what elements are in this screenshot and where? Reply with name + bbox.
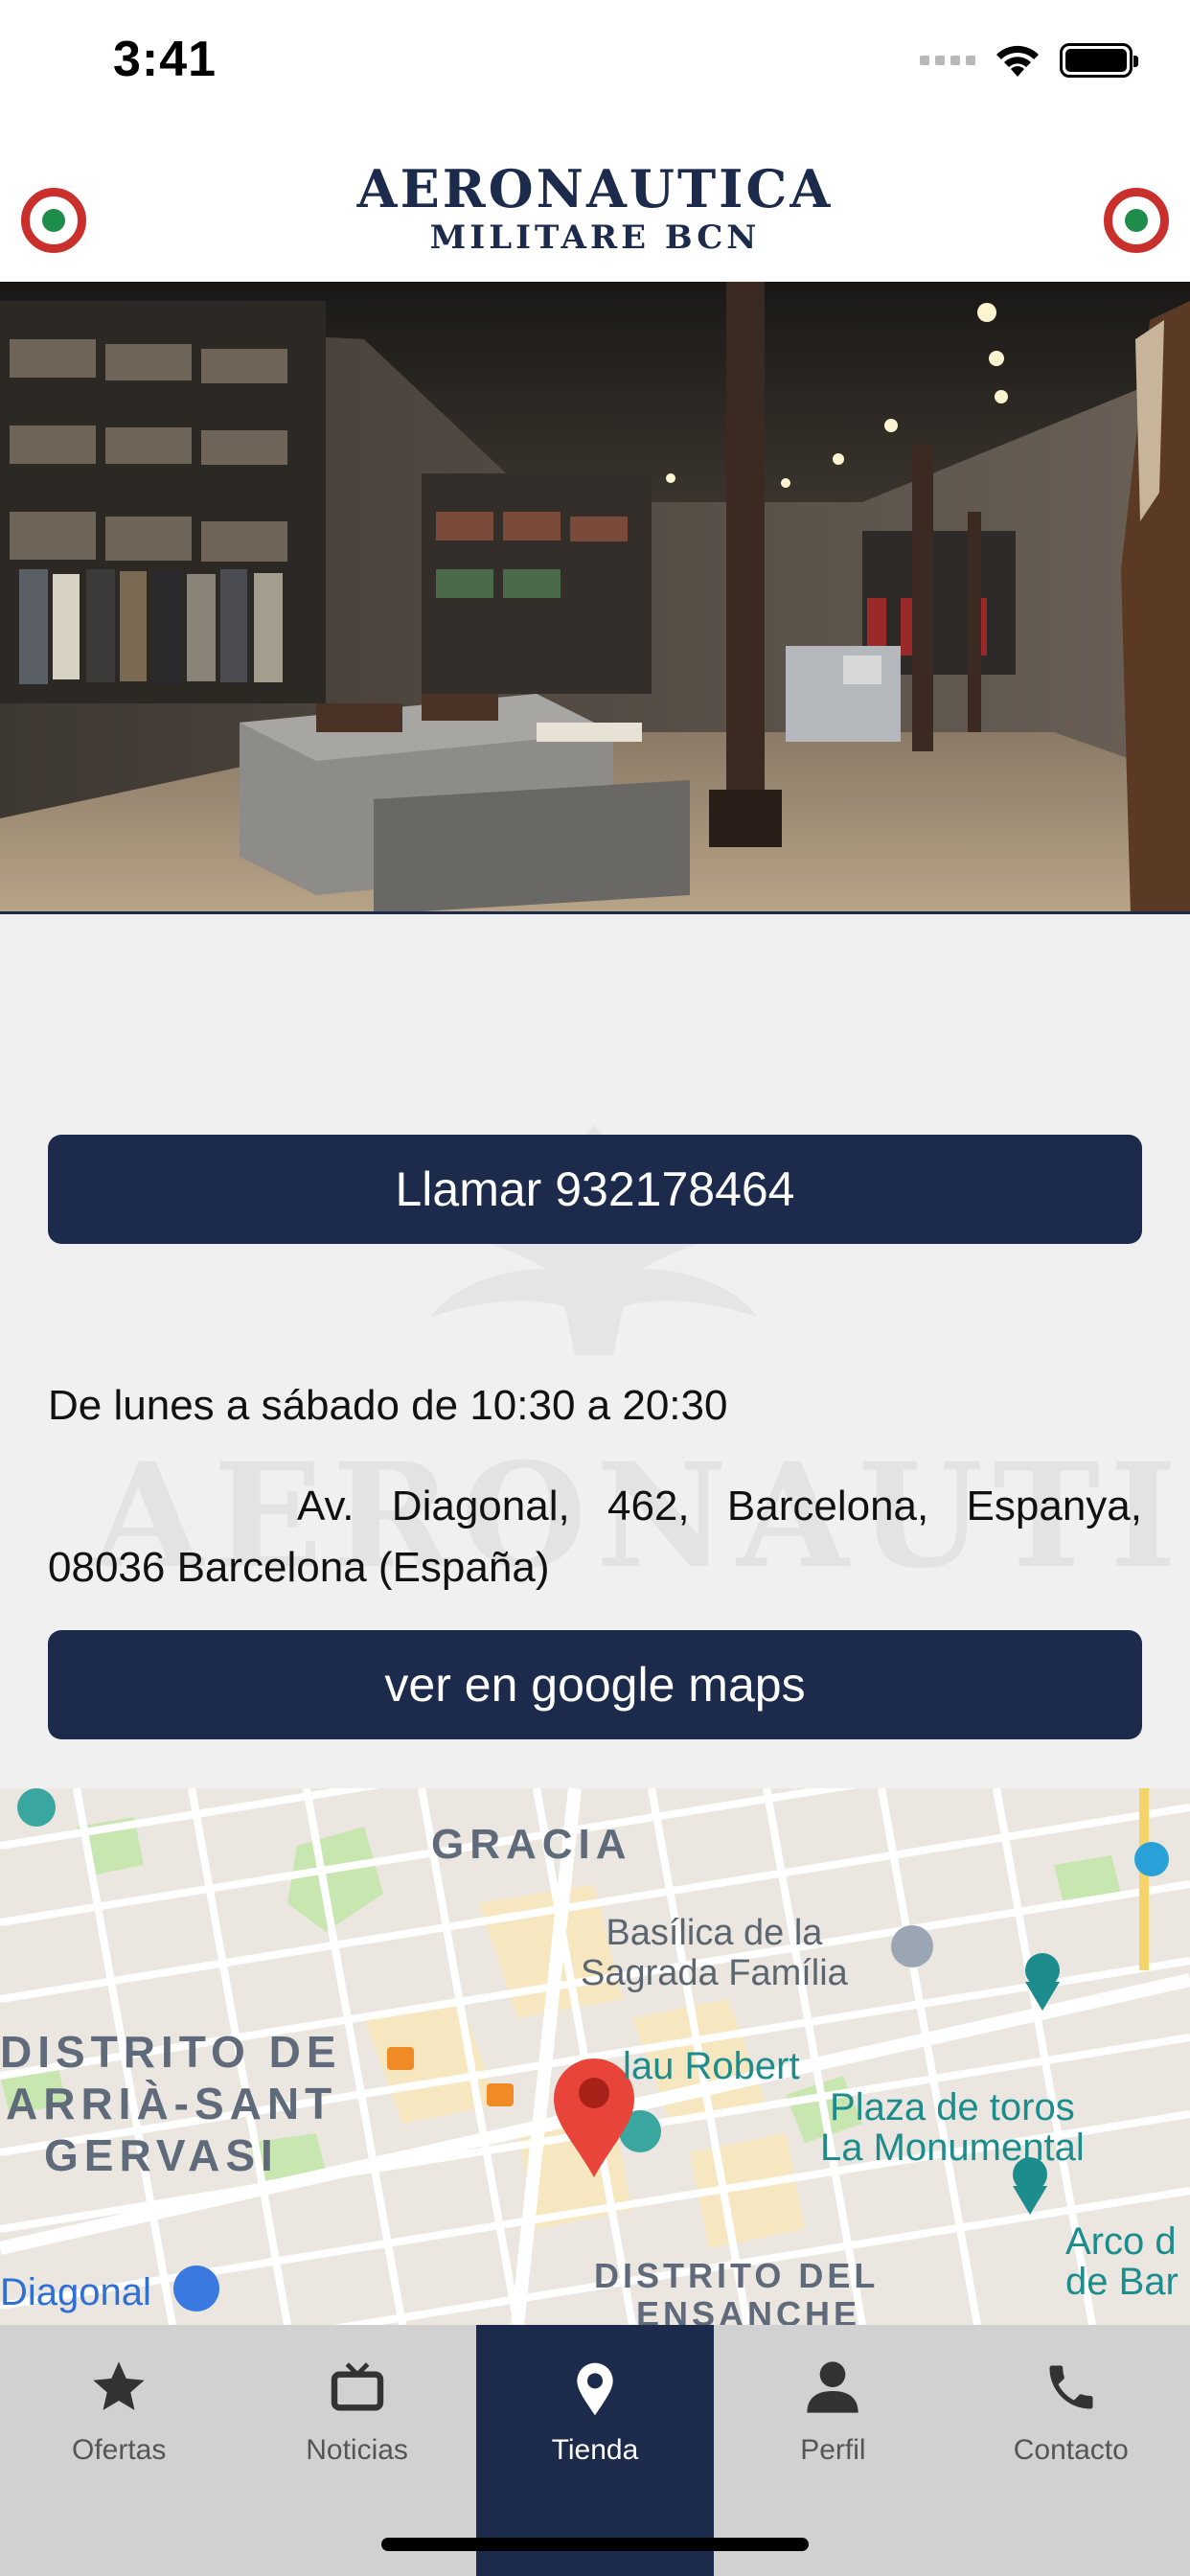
tab-ofertas[interactable]: Ofertas — [0, 2325, 238, 2576]
tab-label-tienda: Tienda — [551, 2434, 639, 2466]
map-label-sarria-3: GERVASI — [44, 2130, 279, 2180]
map-label-sarria-2: ARRIÀ-SANT — [6, 2079, 338, 2128]
app-header: AERONAUTICA MILITARE BCN — [0, 125, 1190, 282]
map-label-arco: Arco d de Bar — [1065, 2221, 1179, 2302]
person-icon — [799, 2354, 866, 2421]
opening-hours: De lunes a sábado de 10:30 a 20:30 — [48, 1382, 728, 1429]
cellular-signal-icon — [920, 56, 975, 65]
map-label-plaza-text: Plaza de toros La Monumental — [820, 2086, 1085, 2169]
map-label-diagonal: Diagonal — [0, 2271, 151, 2313]
map-label-gracia: GRACIA — [431, 1821, 632, 1868]
map-label-eixample-2: ENSANCHE — [636, 2294, 861, 2325]
tab-contacto[interactable]: Contacto — [952, 2325, 1190, 2576]
phone-icon — [1038, 2354, 1105, 2421]
home-indicator[interactable] — [381, 2538, 809, 2551]
map-label-basilica: Basílica de la Sagrada Família — [581, 1913, 848, 1993]
status-icons — [920, 42, 1138, 79]
tab-label-noticias: Noticias — [306, 2434, 408, 2466]
map-label-robert: lau Robert — [623, 2045, 800, 2087]
open-google-maps-button[interactable]: ver en google maps — [48, 1630, 1142, 1739]
map-label-eixample-1: DISTRITO DEL — [594, 2256, 880, 2295]
brand-line2: MILITARE BCN — [429, 218, 761, 257]
tab-label-ofertas: Ofertas — [72, 2434, 167, 2466]
brand-logo: AERONAUTICA MILITARE BCN — [0, 161, 1190, 259]
location-pin-icon — [561, 2354, 629, 2421]
map-label-plaza: Plaza de toros La Monumental — [820, 2087, 1085, 2168]
call-button[interactable]: Llamar 932178464 — [48, 1135, 1142, 1244]
roundel-right-icon[interactable] — [1104, 188, 1169, 253]
battery-icon — [1060, 43, 1138, 78]
wifi-icon — [996, 45, 1039, 77]
store-info-section: AERONAUTICA Llamar 932178464 De lunes a … — [0, 914, 1190, 1788]
map-label-sarria-1: DISTRITO DE — [0, 2027, 342, 2077]
store-address: Av. Diagonal, 462, Barcelona, Espanya, 0… — [48, 1483, 1142, 1591]
tv-icon — [324, 2354, 391, 2421]
map-label-arco-text: Arco d de Bar — [1065, 2220, 1179, 2303]
map-label-basilica-text: Basílica de la Sagrada Família — [581, 1913, 848, 1993]
tab-label-perfil: Perfil — [800, 2434, 866, 2466]
store-photo — [0, 282, 1190, 914]
status-bar: 3:41 — [0, 0, 1190, 125]
star-icon — [85, 2354, 152, 2421]
tab-label-contacto: Contacto — [1013, 2434, 1129, 2466]
brand-line1: AERONAUTICA — [356, 158, 834, 219]
store-map[interactable]: GRACIA Basílica de la Sagrada Família DI… — [0, 1788, 1190, 2325]
status-time: 3:41 — [113, 32, 217, 87]
